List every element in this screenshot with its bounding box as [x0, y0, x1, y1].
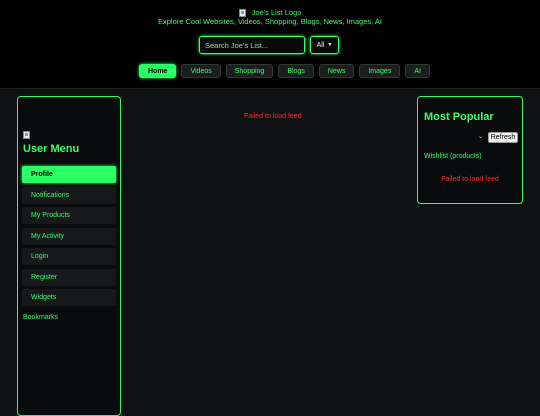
menu-item-my-products[interactable]: My Products	[22, 207, 116, 224]
broken-image-icon	[23, 131, 30, 139]
search-bar: All ▼	[199, 36, 339, 54]
category-select-value: All	[316, 41, 325, 49]
main-feed-error: Failed to load feed	[244, 113, 302, 120]
nav-blogs[interactable]: Blogs	[278, 64, 314, 78]
nav-news[interactable]: News	[318, 64, 355, 78]
menu-item-my-activity[interactable]: My Activity	[22, 227, 116, 245]
main-nav: Home Videos Shopping Blogs News Images A…	[139, 64, 430, 78]
broken-image-icon	[238, 8, 246, 17]
nav-videos[interactable]: Videos	[181, 64, 221, 78]
user-menu-panel: User Menu Profile Notifications My Produ…	[17, 96, 121, 416]
menu-item-widgets[interactable]: Widgets	[22, 289, 116, 306]
search-input[interactable]	[199, 36, 305, 54]
refresh-button[interactable]: Refresh	[488, 132, 518, 143]
nav-images[interactable]: Images	[359, 64, 401, 78]
menu-item-register[interactable]: Register	[22, 268, 116, 286]
nav-ai[interactable]: AI	[405, 64, 430, 78]
site-tagline: Explore Cool Websites, Videos, Shopping,…	[157, 17, 382, 26]
user-menu-list: Profile Notifications My Products My Act…	[22, 166, 116, 306]
bookmarks-link[interactable]: Bookmarks	[23, 314, 58, 321]
most-popular-feed-error: Failed to load feed	[441, 176, 499, 183]
nav-home[interactable]: Home	[139, 64, 177, 78]
menu-item-notifications[interactable]: Notifications	[22, 186, 116, 204]
most-popular-title: Most Popular	[424, 111, 494, 123]
wishlist-link[interactable]: Wishlist (products)	[424, 153, 482, 160]
category-select[interactable]: All ▼	[310, 36, 339, 54]
chevron-down-icon[interactable]: ⌄	[478, 133, 483, 140]
logo-alt-text: Joe's List Logo	[251, 8, 302, 17]
user-menu-title: User Menu	[23, 143, 80, 155]
chevron-down-icon: ▼	[327, 42, 333, 48]
logo[interactable]: Joe's List Logo	[0, 8, 540, 17]
menu-item-profile[interactable]: Profile	[22, 166, 116, 183]
menu-item-login[interactable]: Login	[22, 248, 116, 265]
most-popular-panel: Most Popular ⌄ Refresh Wishlist (product…	[417, 96, 523, 204]
nav-shopping[interactable]: Shopping	[225, 64, 274, 78]
site-header: Joe's List Logo Explore Cool Websites, V…	[0, 0, 540, 89]
